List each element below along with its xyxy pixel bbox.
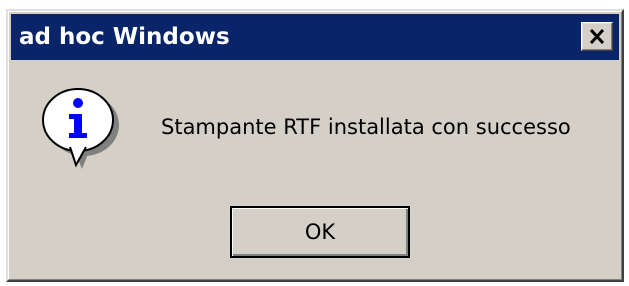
message-dialog: ad hoc Windows Stampante RTF installata …: [6, 9, 624, 282]
window-title: ad hoc Windows: [19, 24, 230, 50]
close-icon: [589, 29, 605, 44]
message-text: Stampante RTF installata con successo: [161, 115, 571, 139]
close-button[interactable]: [581, 22, 613, 51]
ok-button[interactable]: OK: [230, 206, 410, 258]
title-bar[interactable]: ad hoc Windows: [11, 14, 619, 60]
information-icon: [42, 88, 119, 169]
